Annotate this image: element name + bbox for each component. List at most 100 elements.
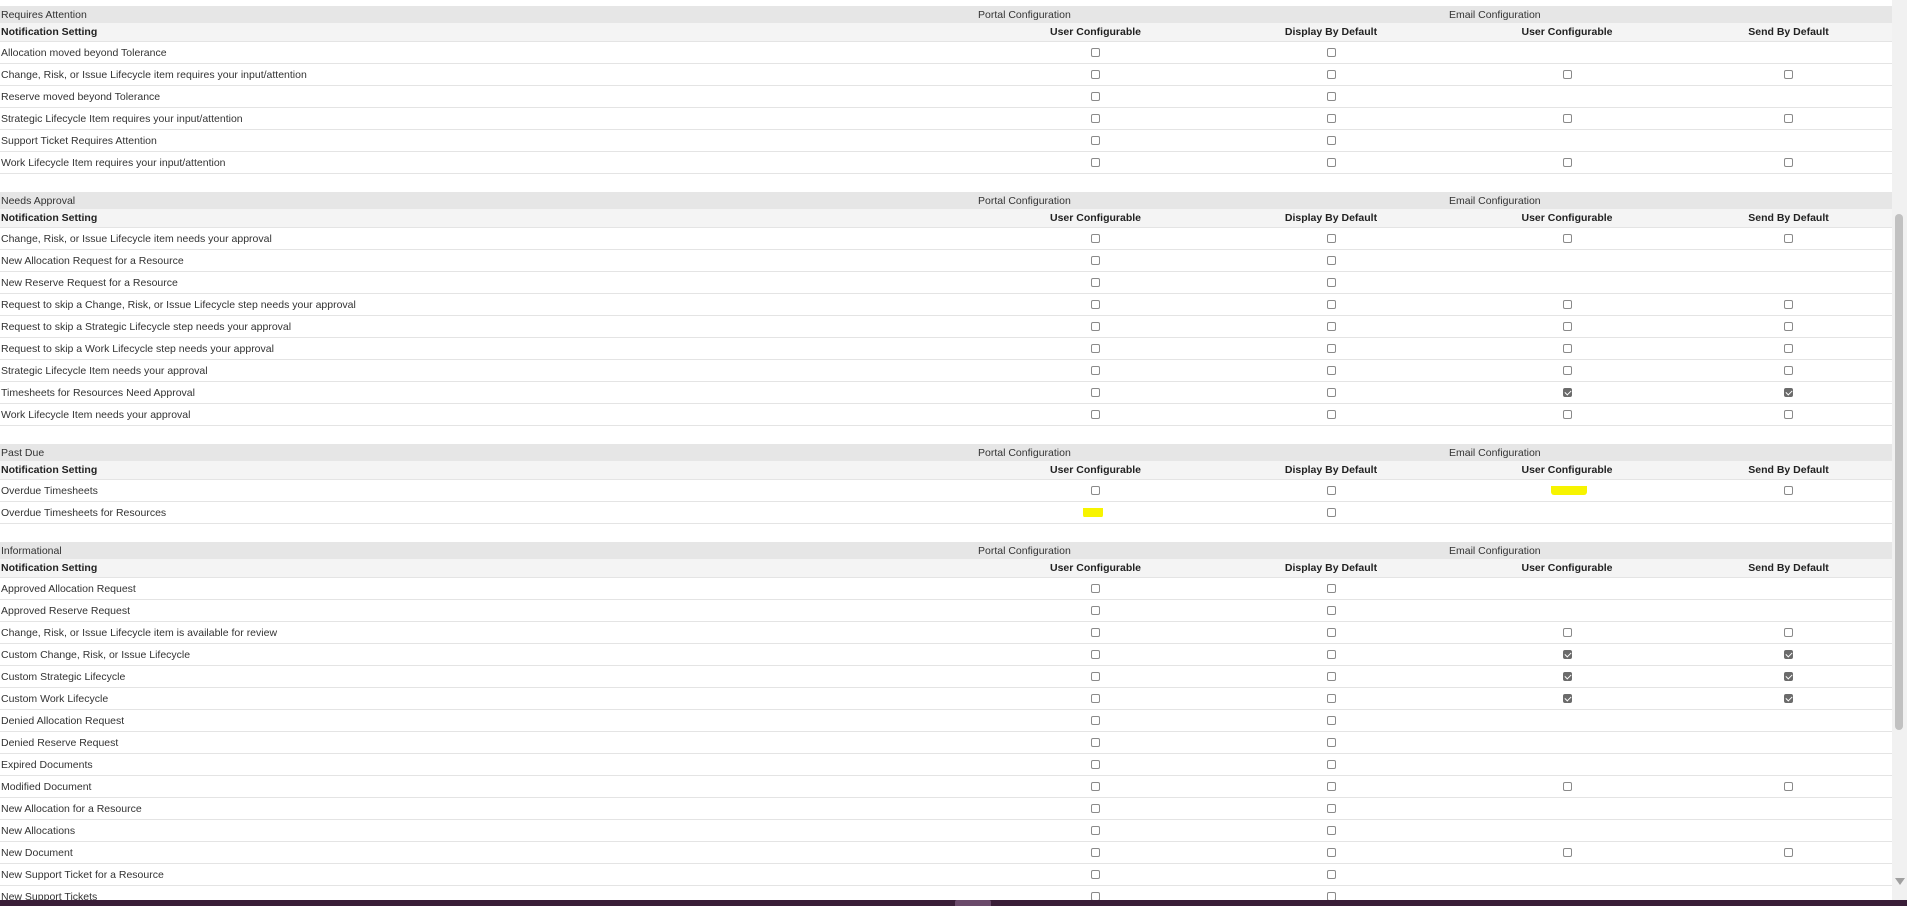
email-send-by-default-checkbox[interactable] [1784,410,1793,419]
portal-user-configurable-checkbox[interactable] [1091,628,1100,637]
portal-display-by-default-checkbox[interactable] [1326,606,1336,615]
email-user-configurable-checkbox[interactable] [1562,344,1572,353]
portal-user-configurable-checkbox[interactable] [1083,508,1103,517]
portal-display-by-default-checkbox[interactable] [1326,584,1336,593]
portal-user-configurable-checkbox[interactable] [1091,48,1100,57]
email-user-configurable-checkbox[interactable] [1562,322,1572,331]
portal-display-by-default-checkbox[interactable] [1326,300,1336,309]
email-send-by-default-checkbox[interactable] [1784,782,1793,791]
portal-user-configurable-checkbox[interactable] [1091,278,1100,287]
portal-user-configurable-checkbox[interactable] [1091,672,1100,681]
portal-user-configurable-checkbox[interactable] [1091,606,1100,615]
portal-user-configurable-checkbox[interactable] [1091,388,1100,397]
email-user-configurable-checkbox[interactable] [1562,672,1572,681]
portal-user-configurable-checkbox[interactable] [1091,322,1100,331]
portal-display-by-default-checkbox[interactable] [1326,716,1336,725]
email-send-by-default-checkbox[interactable] [1784,672,1793,681]
email-send-by-default-checkbox[interactable] [1784,486,1793,495]
portal-user-configurable-checkbox[interactable] [1091,70,1100,79]
email-user-configurable-checkbox[interactable] [1562,650,1572,659]
portal-display-by-default-checkbox[interactable] [1326,410,1336,419]
email-send-by-default-checkbox[interactable] [1784,366,1793,375]
portal-user-configurable-checkbox[interactable] [1091,92,1100,101]
portal-display-by-default-checkbox[interactable] [1326,628,1336,637]
portal-display-by-default-checkbox[interactable] [1326,388,1336,397]
email-user-configurable-checkbox[interactable] [1562,694,1572,703]
portal-user-configurable-checkbox[interactable] [1091,782,1100,791]
portal-user-configurable-checkbox[interactable] [1091,344,1100,353]
portal-user-configurable-checkbox[interactable] [1091,366,1100,375]
email-send-by-default-checkbox[interactable] [1784,234,1793,243]
portal-display-by-default-checkbox[interactable] [1326,694,1336,703]
portal-user-configurable-checkbox[interactable] [1091,300,1100,309]
portal-user-configurable-checkbox[interactable] [1091,486,1100,495]
email-send-by-default-checkbox[interactable] [1784,158,1793,167]
email-user-configurable-checkbox[interactable] [1550,486,1587,495]
portal-display-by-default-checkbox[interactable] [1326,234,1336,243]
portal-user-configurable-checkbox[interactable] [1091,826,1100,835]
portal-display-by-default-checkbox[interactable] [1326,48,1336,57]
portal-user-configurable-checkbox[interactable] [1091,738,1100,747]
portal-display-by-default-checkbox[interactable] [1326,782,1336,791]
email-user-configurable-checkbox[interactable] [1562,848,1572,857]
portal-display-by-default-checkbox[interactable] [1326,870,1336,879]
portal-display-by-default-checkbox[interactable] [1326,760,1336,769]
portal-user-configurable-checkbox[interactable] [1091,804,1100,813]
portal-display-by-default-checkbox[interactable] [1326,738,1336,747]
portal-user-configurable-checkbox[interactable] [1091,848,1100,857]
notification-settings-scroll-area[interactable]: Requires Attention Portal Configuration Em… [0,0,1892,906]
email-send-by-default-checkbox[interactable] [1784,628,1793,637]
email-send-by-default-checkbox[interactable] [1784,694,1793,703]
email-user-configurable-checkbox[interactable] [1562,114,1572,123]
portal-user-configurable-checkbox[interactable] [1091,136,1100,145]
scroll-down-arrow-icon[interactable] [1895,878,1905,885]
portal-display-by-default-checkbox[interactable] [1326,804,1336,813]
portal-display-by-default-checkbox[interactable] [1326,486,1336,495]
portal-display-by-default-checkbox[interactable] [1326,672,1336,681]
portal-user-configurable-checkbox[interactable] [1091,694,1100,703]
portal-display-by-default-checkbox[interactable] [1326,366,1336,375]
portal-display-by-default-checkbox[interactable] [1326,158,1336,167]
portal-display-by-default-checkbox[interactable] [1326,650,1336,659]
taskbar-app-icon[interactable] [955,900,991,906]
scrollbar-thumb[interactable] [1895,214,1903,730]
portal-user-configurable-checkbox[interactable] [1091,410,1100,419]
email-send-by-default-checkbox[interactable] [1784,300,1793,309]
email-user-configurable-checkbox[interactable] [1562,628,1572,637]
portal-user-configurable-checkbox[interactable] [1091,716,1100,725]
email-user-configurable-checkbox[interactable] [1562,70,1572,79]
email-user-configurable-checkbox[interactable] [1562,234,1572,243]
email-user-configurable-checkbox[interactable] [1562,410,1572,419]
portal-display-by-default-checkbox[interactable] [1326,70,1336,79]
portal-user-configurable-checkbox[interactable] [1091,760,1100,769]
portal-user-configurable-checkbox[interactable] [1091,234,1100,243]
portal-user-configurable-checkbox[interactable] [1091,870,1100,879]
portal-display-by-default-checkbox[interactable] [1326,92,1336,101]
portal-display-by-default-checkbox[interactable] [1326,114,1336,123]
email-user-configurable-checkbox[interactable] [1562,782,1572,791]
email-user-configurable-checkbox[interactable] [1562,158,1572,167]
email-send-by-default-checkbox[interactable] [1784,322,1793,331]
portal-user-configurable-checkbox[interactable] [1091,114,1100,123]
email-send-by-default-checkbox[interactable] [1784,114,1793,123]
portal-user-configurable-checkbox[interactable] [1091,256,1100,265]
email-send-by-default-checkbox[interactable] [1784,848,1793,857]
portal-display-by-default-checkbox[interactable] [1326,136,1336,145]
portal-display-by-default-checkbox[interactable] [1326,278,1336,287]
portal-display-by-default-checkbox[interactable] [1326,322,1336,331]
email-user-configurable-checkbox[interactable] [1562,366,1572,375]
email-send-by-default-checkbox[interactable] [1784,344,1793,353]
email-send-by-default-checkbox[interactable] [1784,650,1793,659]
portal-display-by-default-checkbox[interactable] [1326,256,1336,265]
portal-display-by-default-checkbox[interactable] [1326,508,1336,517]
portal-display-by-default-checkbox[interactable] [1326,344,1336,353]
email-user-configurable-checkbox[interactable] [1562,388,1572,397]
portal-display-by-default-checkbox[interactable] [1326,826,1336,835]
portal-user-configurable-checkbox[interactable] [1091,584,1100,593]
email-user-configurable-checkbox[interactable] [1562,300,1572,309]
portal-user-configurable-checkbox[interactable] [1091,158,1100,167]
email-send-by-default-checkbox[interactable] [1784,388,1793,397]
portal-display-by-default-checkbox[interactable] [1326,848,1336,857]
portal-user-configurable-checkbox[interactable] [1091,650,1100,659]
vertical-scrollbar[interactable] [1892,0,1907,906]
